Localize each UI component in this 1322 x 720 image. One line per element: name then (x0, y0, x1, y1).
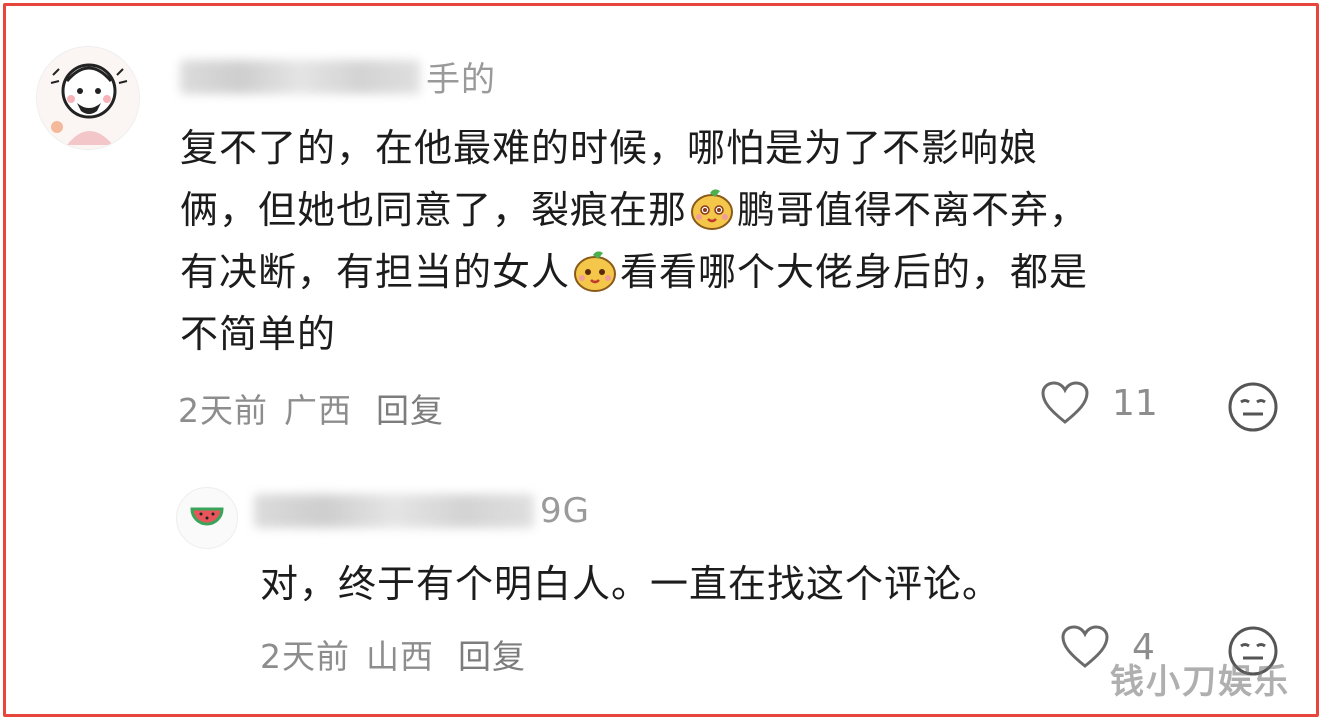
comment-line-1: 复不了的，在他最难的时候，哪怕是为了不影响娘 (180, 126, 1039, 170)
comment-location: 广西 (284, 391, 352, 430)
heart-icon[interactable] (1040, 380, 1090, 426)
comment-body: 复不了的，在他最难的时候，哪怕是为了不影响娘 俩，但她也同意了，裂痕在那 鹏哥值得… (180, 117, 1280, 365)
heart-icon[interactable] (1060, 624, 1110, 670)
reply-meta: 2天前 山西 回复 (260, 630, 526, 678)
mango-emoji-icon (574, 251, 617, 292)
like-count: 11 (1112, 382, 1158, 424)
blurred-name (254, 494, 534, 528)
neutral-face-icon[interactable] (1226, 380, 1280, 434)
user-avatar-icon[interactable] (36, 46, 140, 150)
reply-reply-button[interactable]: 回复 (458, 630, 526, 678)
mango-emoji-icon (691, 189, 734, 230)
comment-line-2: 俩，但她也同意了，裂痕在那 鹏哥值得不离不弃， (180, 179, 1280, 241)
like-button[interactable]: 11 (1040, 380, 1158, 426)
reply-time: 2天前 (260, 637, 350, 676)
comment-line-3: 有决断，有担当的女人 看看哪个大佬身后的，都是 (180, 241, 1280, 303)
comment-meta: 2天前 广西 回复 (178, 384, 444, 432)
comment-username[interactable]: 手的 (180, 52, 496, 101)
comment-line-4: 不简单的 (180, 312, 337, 356)
reply-body: 对，终于有个明白人。一直在找这个评论。 (260, 553, 1210, 615)
reply-line: 对，终于有个明白人。一直在找这个评论。 (260, 562, 1002, 606)
watermelon-avatar-icon[interactable] (176, 487, 238, 549)
blurred-name (180, 59, 420, 94)
reply-button[interactable]: 回复 (376, 384, 444, 432)
reply-username[interactable]: 9G (254, 491, 590, 531)
watermark-text: 钱小刀娱乐 (1110, 662, 1290, 702)
reply-location: 山西 (366, 637, 434, 676)
comment-time: 2天前 (178, 391, 268, 430)
